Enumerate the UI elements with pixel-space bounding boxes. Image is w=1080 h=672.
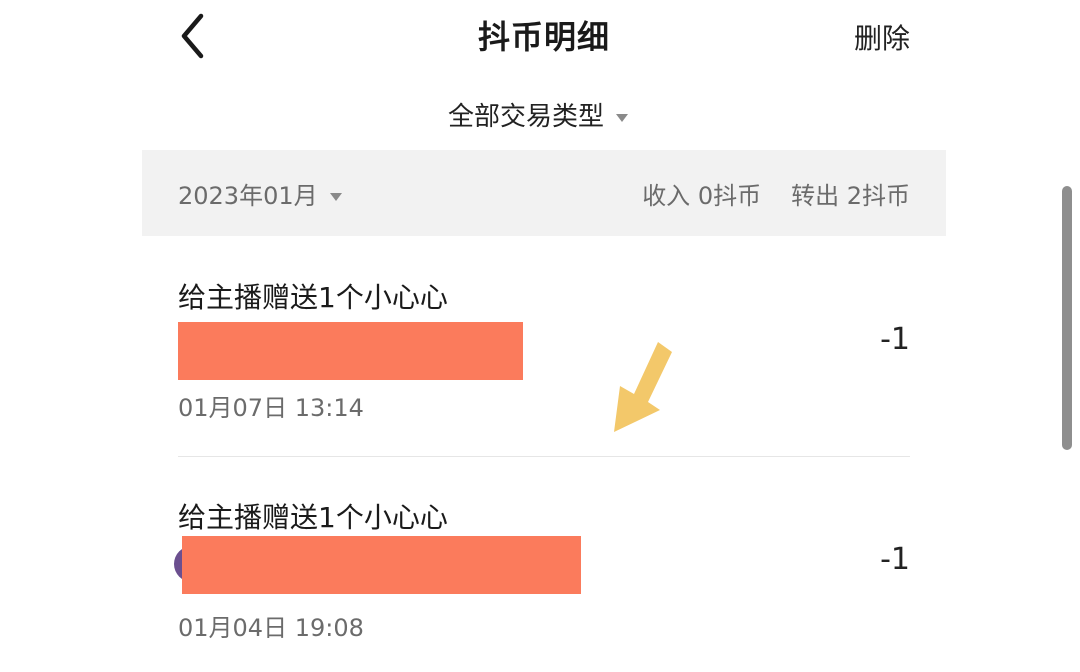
summary-totals: 收入 0抖币 转出 2抖币 — [642, 176, 910, 211]
transaction-record[interactable]: 给主播赠送1个小心心 -1 01月07日 13:14 — [178, 276, 910, 436]
delete-button[interactable]: 删除 — [854, 17, 910, 57]
transaction-record[interactable]: 给主播赠送1个小心心 -1 01月04日 19:08 — [174, 496, 910, 656]
arrow-down-left-icon — [604, 336, 684, 436]
caret-down-icon — [616, 113, 628, 122]
month-selector[interactable]: 2023年01月 — [178, 176, 342, 211]
income-total: 收入 0抖币 — [642, 182, 762, 210]
redacted-area — [178, 322, 523, 380]
page-title: 抖币明细 — [477, 18, 610, 56]
transaction-type-label: 全部交易类型 — [447, 102, 604, 132]
month-label: 2023年01月 — [178, 182, 318, 210]
record-time: 01月04日 19:08 — [178, 614, 364, 642]
coin-detail-page: 抖币明细 删除 全部交易类型 2023年01月 收入 0抖币 转出 2抖币 给主播… — [0, 0, 1080, 672]
record-amount: -1 — [880, 542, 910, 577]
redacted-area — [182, 536, 581, 594]
list-divider — [178, 456, 910, 457]
record-time: 01月07日 13:14 — [178, 394, 364, 422]
caret-down-icon — [329, 193, 342, 201]
month-summary-bar: 2023年01月 收入 0抖币 转出 2抖币 — [142, 150, 946, 236]
record-amount: -1 — [880, 322, 910, 357]
record-title: 给主播赠送1个小心心 — [178, 281, 448, 314]
record-title: 给主播赠送1个小心心 — [178, 501, 448, 534]
transaction-type-filter[interactable]: 全部交易类型 — [0, 96, 1076, 133]
scrollbar-thumb[interactable] — [1062, 186, 1072, 450]
outgo-total: 转出 2抖币 — [791, 182, 910, 210]
top-navigation-bar: 抖币明细 删除 — [0, 0, 1080, 76]
